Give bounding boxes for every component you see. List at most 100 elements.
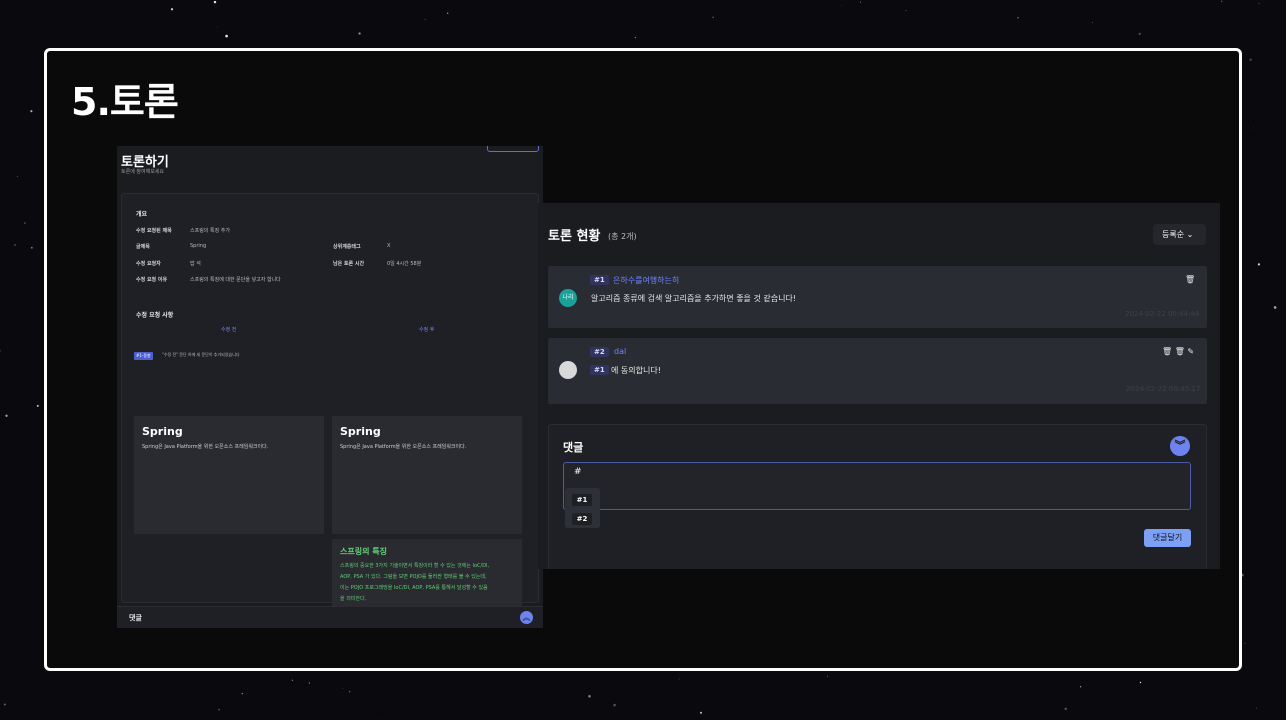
- star: [291, 679, 294, 681]
- star: [447, 12, 449, 14]
- star: [1221, 0, 1223, 2]
- comment-text: 알고리즘 종류에 검색 알고리즘을 추가하면 좋을 것 같습니다!: [591, 294, 797, 303]
- comment-item: #1 은하수를여행하는히 나리 알고리즘 종류에 검색 알고리즘을 추가하면 좋…: [548, 266, 1207, 328]
- comment-author[interactable]: dal: [614, 347, 626, 356]
- star: [378, 718, 380, 720]
- star: [1079, 686, 1082, 688]
- field-key: 상위계층태그: [333, 244, 361, 250]
- star: [1092, 22, 1094, 23]
- star: [1249, 58, 1252, 61]
- star: [308, 682, 310, 684]
- comment-footer-label: 댓글: [129, 614, 142, 622]
- star: [348, 690, 351, 693]
- collapse-icon[interactable]: ︾: [1170, 436, 1190, 456]
- comment-number: #2: [590, 347, 609, 357]
- delete-icon[interactable]: 🗑: [1185, 275, 1195, 284]
- expand-icon[interactable]: ︽: [520, 611, 533, 624]
- star: [1017, 16, 1019, 19]
- mention-suggestions: #1 #2: [565, 488, 600, 528]
- star: [1273, 306, 1277, 309]
- star: [1252, 127, 1254, 129]
- star: [841, 5, 842, 6]
- star: [1244, 642, 1246, 644]
- submit-comment-button[interactable]: 댓글달기: [1144, 529, 1191, 547]
- added-heading: 스프링의 특징: [340, 547, 387, 556]
- before-text: Spring은 Java Platform을 위한 오픈소스 프레임워크이다.: [142, 444, 269, 450]
- field-key: 수정 요청 이유: [136, 277, 168, 283]
- added-line: AOP, PSA 가 있다. 그림을 보면 POJO를 둘러싼 형태를 볼 수 …: [340, 574, 487, 580]
- star: [678, 678, 680, 680]
- status-count: (총 2개): [608, 232, 637, 241]
- comment-author[interactable]: 은하수를여행하는히: [613, 275, 679, 286]
- star: [170, 8, 174, 11]
- star: [700, 711, 702, 714]
- field-value: 0일 4시간 58분: [387, 261, 422, 267]
- star: [30, 246, 33, 249]
- discussion-detail-screenshot: 토론하기 토론에 참여해보세요 개요 수정 요청된 제목 스프링의 특징 추가 …: [117, 146, 543, 628]
- comment-form-label: 댓글: [563, 441, 584, 454]
- discussion-status-screenshot: 토론 현황 (총 2개) 등록순 ⌄ #1 은하수를여행하는히 나리 알고리즘 …: [538, 203, 1220, 569]
- avatar: 나리: [559, 289, 577, 307]
- reply-reference[interactable]: #1: [590, 365, 609, 375]
- comment-date: 2024-02-22 00:45:17: [1126, 385, 1201, 393]
- field-value: 스프링의 특징 추가: [190, 228, 230, 234]
- star: [16, 176, 18, 178]
- status-title: 토론 현황: [548, 229, 601, 244]
- star: [1257, 263, 1260, 266]
- star: [1138, 32, 1141, 35]
- comment-input[interactable]: #: [563, 462, 1191, 510]
- after-label: 수정 후: [419, 327, 435, 333]
- suggestion-item[interactable]: #2: [572, 513, 592, 525]
- added-line: 스프링의 중요한 3가지 기술이면서 특징이라 할 수 있는 것에는 IoC/D…: [340, 563, 490, 569]
- suggestion-item[interactable]: #1: [572, 494, 592, 506]
- top-button[interactable]: [487, 146, 539, 152]
- before-heading: Spring: [142, 425, 183, 438]
- star: [588, 695, 591, 698]
- comment-date: 2024-02-22 00:44:44: [1125, 310, 1200, 318]
- field-key: 수정 요청자: [136, 261, 161, 267]
- field-key: 수정 요청된 제목: [136, 228, 172, 234]
- star: [241, 693, 243, 695]
- avatar: [559, 361, 577, 379]
- star: [1255, 707, 1258, 709]
- comment-item: #2 dal #1 에 동의합니다! 🗑 🗑 ✎ 2024-02-22 00:4…: [548, 338, 1207, 404]
- after-heading: Spring: [340, 425, 381, 438]
- slide-title: 5.토론: [71, 80, 179, 124]
- star: [36, 404, 39, 407]
- comment-number: #1: [590, 275, 609, 285]
- star: [905, 10, 907, 11]
- comment-action-icons[interactable]: 🗑 🗑 ✎: [1162, 347, 1194, 356]
- before-box: Spring Spring은 Java Platform을 위한 오픈소스 프레…: [134, 416, 324, 534]
- added-line: 이는 POJO 프로그래밍을 IoC/DI, AOP, PSA를 통해서 달성할…: [340, 585, 488, 591]
- star: [13, 243, 17, 247]
- field-value: Spring: [190, 243, 207, 249]
- star: [1064, 707, 1067, 710]
- star: [23, 222, 26, 225]
- star: [213, 0, 217, 4]
- star: [827, 675, 828, 677]
- star: [358, 32, 361, 35]
- after-box: Spring Spring은 Java Platform을 위한 오픈소스 프레…: [332, 416, 522, 534]
- star: [712, 16, 714, 18]
- star: [1139, 681, 1142, 684]
- comment-text: 에 동의합니다!: [611, 366, 661, 375]
- comment-footer: 댓글 ︽: [117, 606, 543, 628]
- star: [218, 708, 220, 711]
- before-label: 수정 전: [221, 327, 237, 333]
- star: [5, 414, 8, 417]
- star: [613, 703, 616, 707]
- page-subtitle: 토론에 참여해보세요: [121, 169, 164, 175]
- star: [634, 36, 636, 39]
- star: [216, 26, 218, 28]
- overview-label: 개요: [136, 211, 148, 218]
- field-key: 글제목: [136, 244, 150, 250]
- change-note: "수정 전" 문단 하에 새 문단이 추가되었습니다: [162, 352, 240, 357]
- change-badge: #1-동향: [134, 352, 153, 360]
- sort-dropdown[interactable]: 등록순 ⌄: [1153, 224, 1206, 245]
- star: [30, 110, 33, 113]
- slide-frame: 5.토론 토론하기 토론에 참여해보세요 개요 수정 요청된 제목 스프링의 특…: [44, 48, 1242, 671]
- star: [225, 34, 228, 38]
- added-line: 을 의미한다.: [340, 596, 367, 602]
- field-value: 밥 석: [190, 261, 201, 267]
- field-value: X: [387, 243, 391, 249]
